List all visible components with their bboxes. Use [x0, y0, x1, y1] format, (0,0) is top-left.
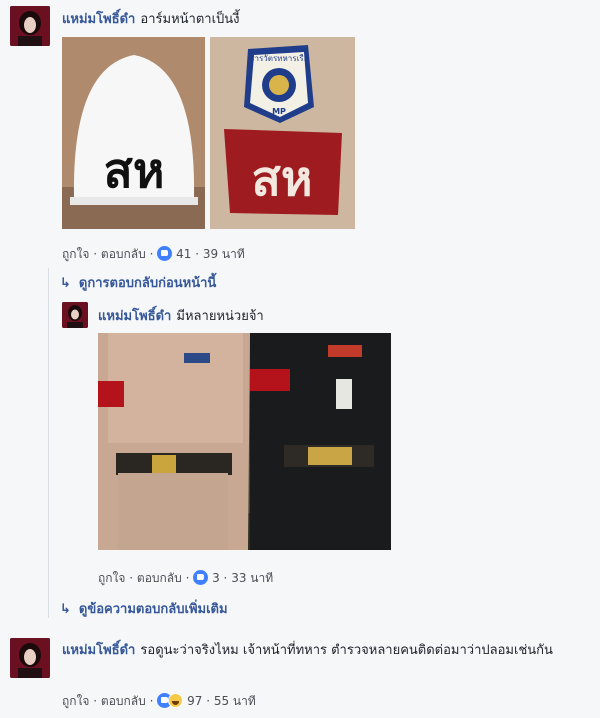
armband-photo[interactable]: สารวัตรทหารเรือ MP สห	[210, 37, 355, 229]
haha-reaction-icon[interactable]	[168, 693, 184, 708]
separator: ·	[149, 694, 154, 708]
like-reaction-icon[interactable]	[193, 570, 209, 585]
timestamp[interactable]: 55 นาที	[214, 694, 256, 708]
patch-mp: MP	[272, 107, 286, 116]
previous-replies-link[interactable]: ↳ ดูการตอบกลับก่อนหน้านี้	[60, 272, 216, 293]
separator: ·	[93, 694, 98, 708]
comment-body: แหม่มโพธิ์ดำ รอดูนะว่าจริงไหม เจ้าหน้าที…	[62, 639, 592, 661]
timestamp[interactable]: 33 นาที	[231, 571, 273, 585]
separator: ·	[149, 247, 154, 261]
helmet-letters: สห	[104, 143, 165, 199]
like-button[interactable]: ถูกใจ	[62, 247, 89, 261]
reply-avatar[interactable]	[62, 302, 88, 328]
thread-line	[48, 268, 49, 618]
avatar[interactable]	[10, 638, 50, 678]
officers-photo[interactable]	[98, 333, 391, 550]
separator: ·	[129, 571, 134, 585]
comment-meta: ถูกใจ · ตอบกลับ · 41 · 39 นาที	[62, 245, 245, 264]
comment-author[interactable]: แหม่มโพธิ์ดำ	[62, 643, 135, 658]
reply-button[interactable]: ตอบกลับ	[137, 571, 182, 585]
reply-author[interactable]: แหม่มโพธิ์ดำ	[98, 309, 171, 324]
reaction-count[interactable]: 41	[176, 247, 191, 261]
reply-button[interactable]: ตอบกลับ	[101, 247, 146, 261]
separator: ·	[206, 694, 211, 708]
reply-meta: ถูกใจ · ตอบกลับ · 3 · 33 นาที	[98, 569, 273, 588]
patch-text: สารวัตรทหารเรือ	[250, 54, 309, 63]
comment-text: รอดูนะว่าจริงไหม เจ้าหน้าที่ทหาร ตำรวจหล…	[140, 643, 553, 658]
separator: ·	[223, 571, 228, 585]
previous-replies-label: ดูการตอบกลับก่อนหน้านี้	[78, 276, 217, 291]
separator: ·	[185, 571, 190, 585]
comment-author[interactable]: แหม่มโพธิ์ดำ	[62, 12, 135, 27]
like-button[interactable]: ถูกใจ	[98, 571, 125, 585]
more-replies-label: ดูข้อความตอบกลับเพิ่มเติม	[78, 602, 228, 617]
reply-button[interactable]: ตอบกลับ	[101, 694, 146, 708]
reaction-count[interactable]: 3	[212, 571, 220, 585]
armband-letters: สห	[252, 151, 313, 207]
comment-text: อาร์มหน้าตาเป็นงี้	[140, 12, 240, 27]
reply-arrow-icon: ↳	[60, 276, 71, 291]
comment-body: แหม่มโพธิ์ดำ อาร์มหน้าตาเป็นงี้	[62, 8, 582, 30]
timestamp[interactable]: 39 นาที	[203, 247, 245, 261]
helmet-photo[interactable]: สห	[62, 37, 205, 229]
reply-arrow-icon: ↳	[60, 602, 71, 617]
reaction-count[interactable]: 97	[187, 694, 202, 708]
like-button[interactable]: ถูกใจ	[62, 694, 89, 708]
comment-meta: ถูกใจ · ตอบกลับ · 97 · 55 นาที	[62, 692, 256, 711]
separator: ·	[93, 247, 98, 261]
avatar[interactable]	[10, 6, 50, 46]
like-reaction-icon[interactable]	[157, 246, 173, 261]
reply-body: แหม่มโพธิ์ดำ มีหลายหน่วยจ้า	[98, 305, 578, 327]
separator: ·	[195, 247, 200, 261]
more-replies-link[interactable]: ↳ ดูข้อความตอบกลับเพิ่มเติม	[60, 598, 228, 619]
reply-text: มีหลายหน่วยจ้า	[176, 309, 264, 324]
